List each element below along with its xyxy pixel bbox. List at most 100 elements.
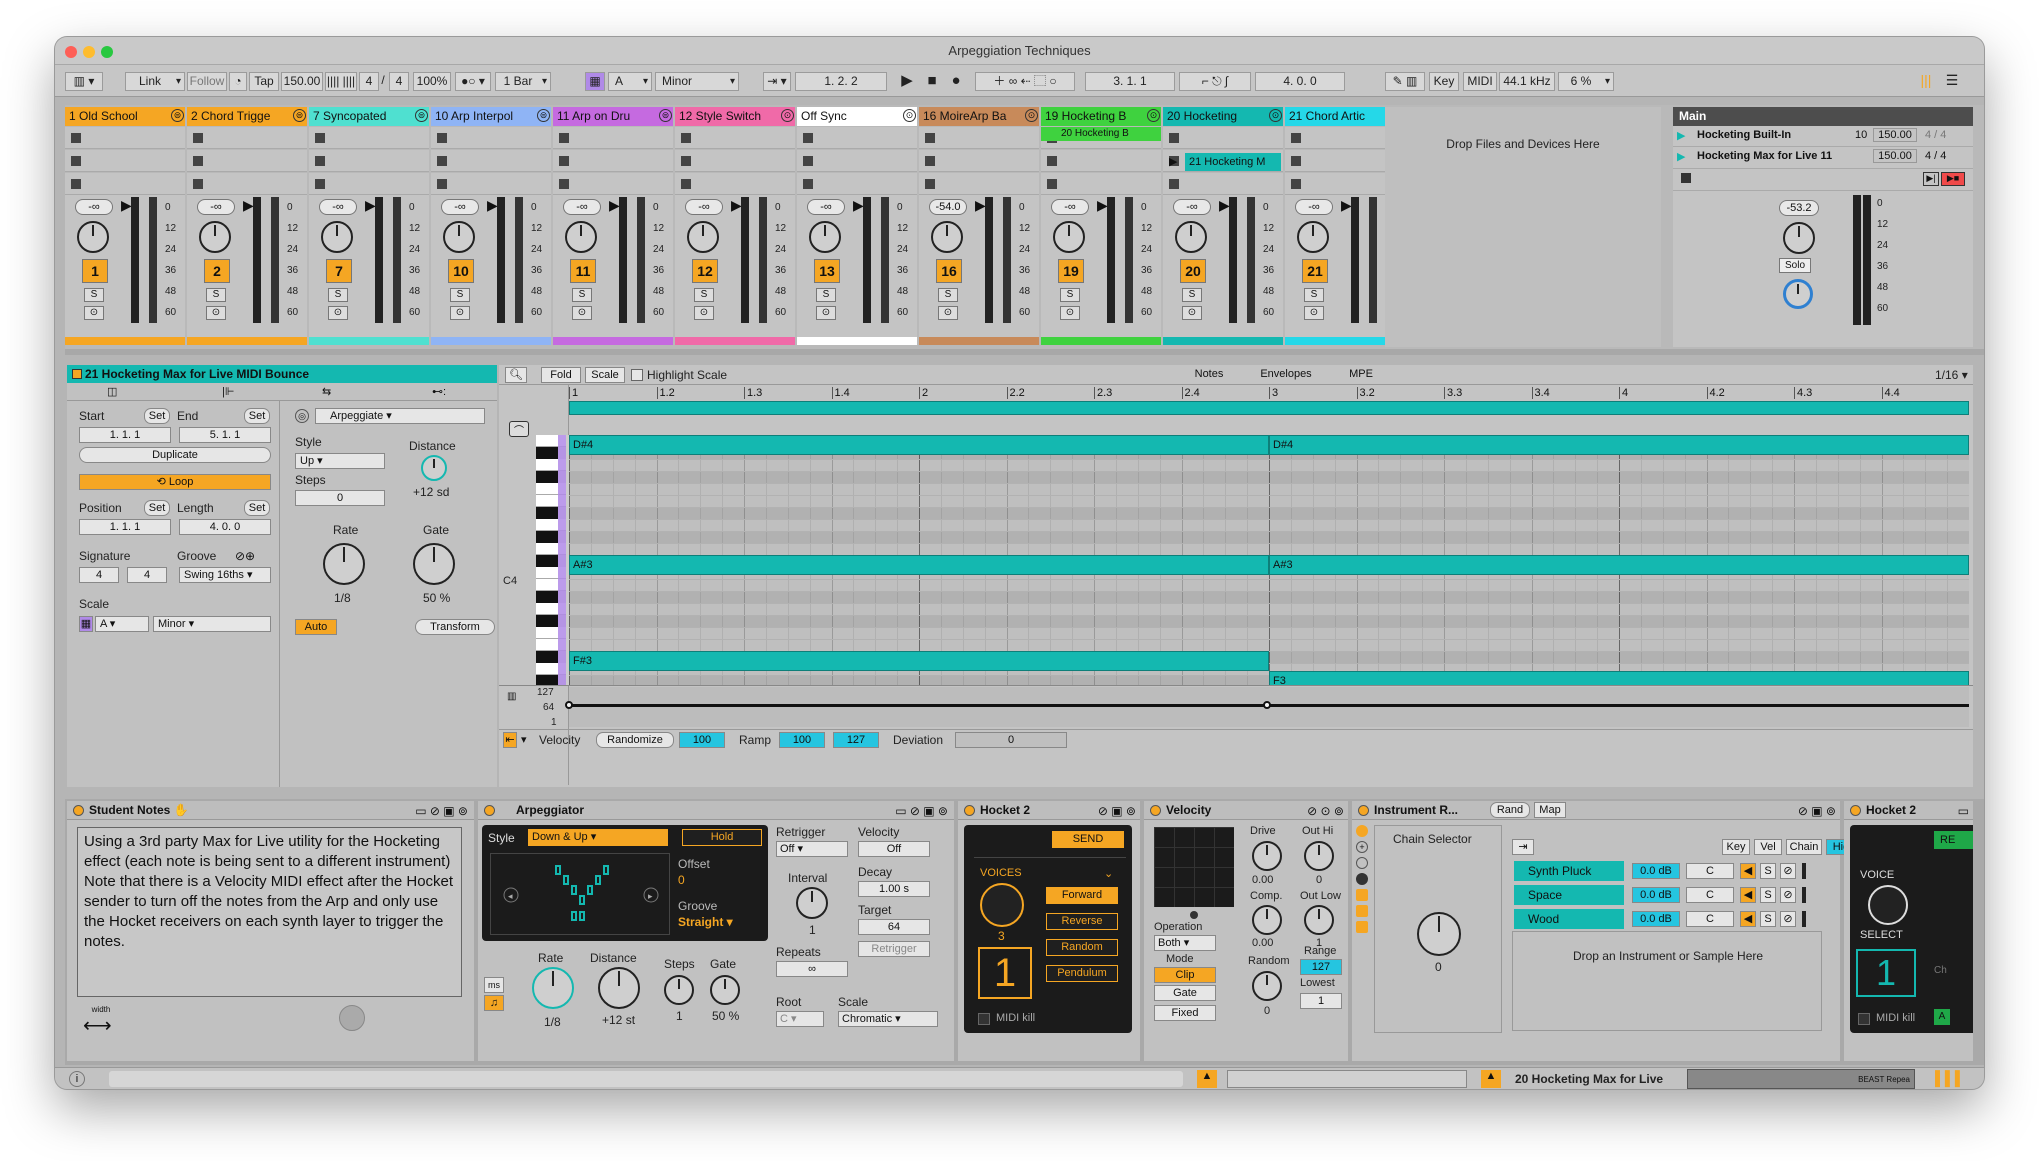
clip-slot[interactable] [553, 150, 673, 172]
midi-kill-checkbox[interactable] [978, 1013, 990, 1025]
arp-distance-knob[interactable] [598, 967, 640, 1009]
deviation-field[interactable]: 0 [955, 732, 1067, 748]
chain-row[interactable]: Synth Pluck 0.0 dB C ◀ S ⊘ [1514, 861, 1834, 881]
metronome-toggle-icon[interactable]: ●○ ▾ [455, 72, 491, 91]
minimize-window-icon[interactable] [83, 46, 95, 58]
speaker-icon[interactable]: ◀ [1740, 863, 1756, 879]
loop-length-field[interactable]: 4. 0. 0 [1255, 72, 1345, 91]
midi-note[interactable]: A#3 [569, 555, 1269, 575]
track-activator[interactable]: 16 [936, 259, 962, 283]
stop-clip-icon[interactable] [315, 133, 325, 143]
velocity-header[interactable]: Velocity ⊘ ⊙ ⊚ [1144, 801, 1348, 820]
track-fold-icon[interactable]: ⊜ [293, 109, 306, 122]
gate-mode-button[interactable]: Gate [1154, 985, 1216, 1001]
scene-tempo[interactable]: 150.00 [1873, 149, 1917, 163]
track-activator[interactable]: 20 [1180, 259, 1206, 283]
clip[interactable]: 20 Hocketing B [1041, 127, 1161, 141]
stop-clip-icon[interactable] [1169, 179, 1179, 189]
follow-arrow-icon[interactable]: ⇥ ▾ [763, 72, 791, 91]
groove-select[interactable]: Straight ▾ [678, 915, 733, 929]
device-header-icons[interactable]: ▭ ⊘ ▣ ⊚ [415, 802, 468, 821]
clip-slot[interactable] [797, 173, 917, 195]
clip-mode-button[interactable]: Clip [1154, 967, 1216, 983]
clip-slot[interactable] [431, 173, 551, 195]
track-header[interactable]: 10 Arp Interpol [431, 107, 551, 126]
draw-mode-icon[interactable]: ✎ ▥ [1385, 72, 1425, 91]
arm-icon[interactable]: ⊙ [694, 306, 714, 320]
track-header[interactable]: 16 MoireArp Ba [919, 107, 1039, 126]
forward-button[interactable]: Forward [1046, 887, 1118, 904]
clip-slot[interactable] [65, 150, 185, 172]
lowest-field[interactable]: 1 [1300, 993, 1342, 1009]
chain-solo-button[interactable]: S [1760, 887, 1776, 903]
hocket-receiver-header[interactable]: Hocket 2 ▭ [1844, 801, 1973, 820]
preview-icon[interactable]: ⌒ [509, 421, 529, 437]
device-on-icon[interactable] [1850, 805, 1861, 816]
chain-hotswap-icon[interactable]: ⊘ [1780, 863, 1796, 879]
auto-button[interactable]: Auto [295, 619, 337, 635]
retrigger-button[interactable]: Retrigger [858, 941, 930, 957]
chain-row[interactable]: Wood 0.0 dB C ◀ S ⊘ [1514, 909, 1834, 929]
clip-slot[interactable] [187, 173, 307, 195]
range-field[interactable]: 127 [1300, 959, 1342, 975]
zoom-window-icon[interactable] [101, 46, 113, 58]
chain-zone-button[interactable]: Chain [1786, 839, 1822, 855]
device-collapse-icon[interactable]: ▲ [1481, 1070, 1501, 1088]
clip-slot[interactable] [187, 127, 307, 149]
clip-slot[interactable] [1041, 173, 1161, 195]
stop-clip-icon[interactable] [71, 156, 81, 166]
stop-clip-icon[interactable] [559, 179, 569, 189]
receive-button[interactable]: RE [1934, 831, 1973, 849]
midi-map-button[interactable]: MIDI [1463, 72, 1497, 91]
globe-icon[interactable] [339, 1005, 365, 1031]
scale-select[interactable]: Chromatic ▾ [838, 1011, 938, 1027]
chain-volume[interactable]: 0.0 dB [1632, 911, 1680, 927]
track-fold-icon[interactable]: ⊜ [171, 109, 184, 122]
student-notes-header[interactable]: Student Notes ✋ ▭ ⊘ ▣ ⊚ [67, 801, 474, 820]
arm-icon[interactable]: ⊙ [816, 306, 836, 320]
track-fold-icon[interactable]: ⊙ [1025, 109, 1038, 122]
clip-slot[interactable] [919, 127, 1039, 149]
chain-pan[interactable]: C [1686, 887, 1734, 903]
clip-scale-select[interactable]: Minor ▾ [153, 616, 271, 632]
volume-field[interactable]: -∞ [1295, 199, 1333, 215]
record-arm-icon[interactable]: ▶■ [1941, 172, 1965, 186]
signature-denominator[interactable]: 4 [389, 72, 409, 91]
rack-drop-zone[interactable]: Drop an Instrument or Sample Here [1512, 931, 1822, 1031]
interval-knob[interactable] [796, 887, 828, 919]
arp-style-select[interactable]: Up ▾ [295, 453, 385, 469]
device-header-icons[interactable]: ▭ ⊘ ▣ ⊚ [895, 802, 948, 821]
solo-button[interactable]: S [328, 288, 348, 302]
arm-icon[interactable]: ⊙ [1182, 306, 1202, 320]
hold-button[interactable]: Hold [682, 829, 762, 846]
key-zone-button[interactable]: Key [1722, 839, 1750, 855]
chain-solo-button[interactable]: S [1760, 863, 1776, 879]
groove-select[interactable]: Swing 16ths ▾ [179, 567, 271, 583]
gate-knob[interactable] [413, 543, 455, 585]
device-header-icons[interactable]: ▭ [1958, 802, 1969, 821]
volume-field[interactable]: -∞ [75, 199, 113, 215]
record-icon[interactable]: ● [945, 72, 967, 91]
tap-button[interactable]: Tap [249, 72, 279, 91]
voices-knob[interactable] [980, 883, 1024, 927]
arm-icon[interactable]: ⊙ [84, 306, 104, 320]
ramp-end-field[interactable]: 127 [833, 732, 879, 748]
stop-icon[interactable]: ■ [921, 72, 943, 91]
clip-slot[interactable] [309, 150, 429, 172]
clip-slot[interactable] [1163, 173, 1283, 195]
track-fold-icon[interactable]: ⊙ [781, 109, 794, 122]
chain-list-toggle-icon[interactable]: ⇥ [1512, 839, 1534, 855]
hocket-header[interactable]: Hocket 2 ⊘ ▣ ⊚ [958, 801, 1140, 820]
stop-clip-icon[interactable] [315, 179, 325, 189]
solo-button[interactable]: S [572, 288, 592, 302]
solo-button[interactable]: S [1304, 288, 1324, 302]
solo-button[interactable]: Solo [1779, 258, 1811, 273]
arm-icon[interactable]: ⊙ [206, 306, 226, 320]
device-on-icon[interactable] [484, 805, 495, 816]
track-activator[interactable]: 1 [82, 259, 108, 283]
track-header[interactable]: 11 Arp on Dru [553, 107, 673, 126]
chain-pan[interactable]: C [1686, 911, 1734, 927]
scene-tempo[interactable]: 150.00 [1873, 128, 1917, 142]
device-header-icons[interactable]: ⊘ ▣ ⊚ [1098, 802, 1136, 821]
solo-button[interactable]: S [1182, 288, 1202, 302]
